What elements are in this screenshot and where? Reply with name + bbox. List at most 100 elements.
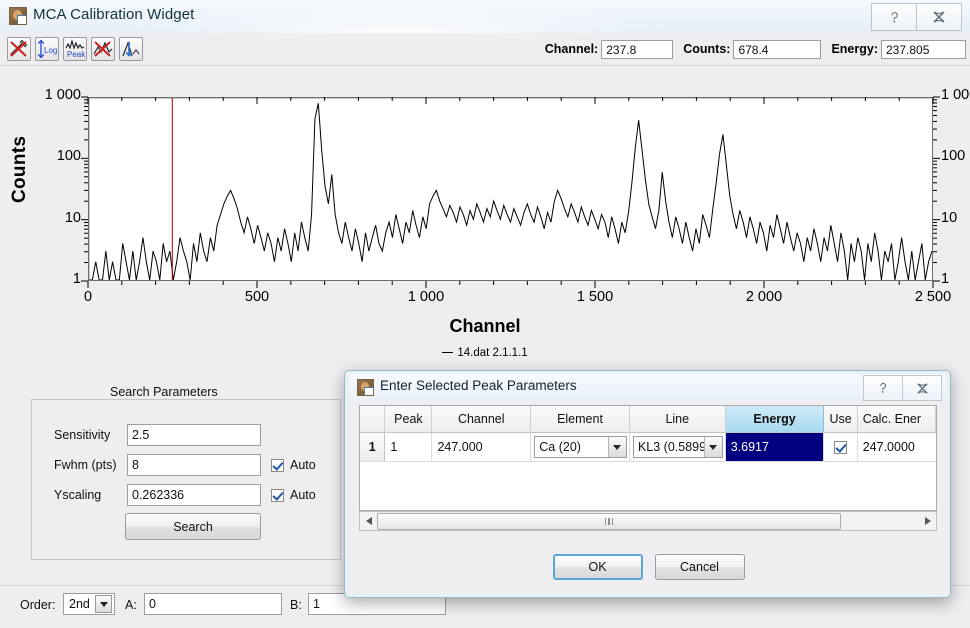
cell-element[interactable]: Ca (20) — [531, 433, 630, 461]
column-header-calc-energy[interactable]: Calc. Ener — [858, 406, 936, 432]
peak-parameters-dialog: Enter Selected Peak Parameters Peak Chan… — [344, 370, 951, 598]
clear-peaks-icon[interactable] — [7, 37, 31, 61]
column-header-element[interactable]: Element — [531, 406, 630, 432]
search-peaks-icon[interactable]: Peak — [63, 37, 87, 61]
dialog-app-icon — [357, 379, 374, 396]
fwhm-auto-checkbox[interactable] — [271, 458, 284, 472]
cell-calc-energy: 247.0000 — [862, 440, 915, 454]
x-axis-label: Channel — [449, 316, 521, 336]
fwhm-auto-label: Auto — [290, 458, 316, 472]
cell-line[interactable]: KL3 (0.5899 — [630, 433, 726, 461]
table-row[interactable]: 1 1 247.000 Ca (20) KL3 (0.5899 3.6917 2… — [360, 433, 936, 462]
order-value: 2nd — [69, 597, 90, 611]
add-peak-glyph — [122, 41, 140, 57]
search-peaks-glyph: Peak — [65, 38, 86, 59]
a-input[interactable]: 0 — [144, 593, 282, 615]
dialog-titlebar: Enter Selected Peak Parameters — [349, 374, 946, 401]
help-button[interactable] — [871, 3, 917, 31]
window-titlebar: MCA Calibration Widget — [0, 0, 970, 34]
use-checkbox[interactable] — [834, 440, 848, 454]
yscaling-auto-checkbox[interactable] — [271, 488, 284, 502]
scroll-left-icon[interactable] — [360, 512, 377, 530]
svg-text:Peak: Peak — [67, 50, 86, 59]
yscaling-input[interactable]: 0.262336 — [127, 484, 261, 506]
yscaling-row: Yscaling 0.262336 Auto — [54, 484, 316, 506]
titlebar-glow — [120, 0, 680, 33]
line-select[interactable]: KL3 (0.5899 — [632, 436, 723, 458]
chevron-down-icon — [607, 437, 626, 457]
scrollbar-track[interactable] — [377, 512, 919, 530]
search-parameters-title: Search Parameters — [104, 385, 224, 399]
row-header: 1 — [360, 433, 386, 461]
order-label: Order: — [20, 598, 56, 612]
fwhm-input[interactable]: 8 — [127, 454, 261, 476]
sensitivity-row: Sensitivity 2.5 — [54, 424, 261, 446]
help-icon — [880, 382, 887, 393]
fwhm-row: Fwhm (pts) 8 Auto — [54, 454, 316, 476]
yscaling-label: Yscaling — [54, 488, 102, 502]
column-header-energy[interactable]: Energy — [725, 406, 825, 432]
ok-button[interactable]: OK — [552, 554, 643, 580]
add-peak-icon[interactable] — [119, 37, 143, 61]
cell-energy[interactable]: 3.6917 — [725, 433, 825, 461]
search-parameters-group: Sensitivity 2.5 Fwhm (pts) 8 Auto Yscali… — [31, 399, 341, 560]
legend-label: 14.dat 2.1.1.1 — [457, 347, 528, 359]
element-value: Ca (20) — [539, 440, 581, 454]
window-title: MCA Calibration Widget — [33, 6, 195, 23]
log-scale-glyph: Log — [37, 39, 57, 59]
cell-use[interactable] — [824, 433, 858, 461]
app-icon — [9, 7, 27, 25]
fwhm-label: Fwhm (pts) — [54, 458, 117, 472]
remove-peak-icon[interactable] — [91, 37, 115, 61]
mca-calibration-window: MCA Calibration Widget Log Peak Channel:… — [0, 0, 970, 628]
sensitivity-input[interactable]: 2.5 — [127, 424, 261, 446]
column-header-use[interactable]: Use — [824, 406, 858, 432]
column-header-peak[interactable]: Peak — [385, 406, 433, 432]
close-icon — [933, 11, 945, 23]
channel-label: Channel: — [544, 42, 599, 56]
table-header-row: Peak Channel Element Line Energy Use Cal… — [360, 406, 936, 433]
line-value: KL3 (0.5899 — [637, 440, 704, 454]
help-icon — [890, 11, 898, 22]
yscaling-auto-label: Auto — [290, 488, 316, 502]
table-horizontal-scrollbar[interactable] — [359, 511, 937, 531]
order-select[interactable]: 2nd — [63, 593, 115, 615]
dialog-close-button[interactable] — [903, 375, 942, 401]
dialog-help-button[interactable] — [863, 375, 903, 401]
svg-text:Log: Log — [44, 46, 57, 55]
energy-input[interactable]: 237.805 — [881, 39, 966, 59]
column-header-line[interactable]: Line — [630, 406, 726, 432]
sensitivity-label: Sensitivity — [54, 428, 111, 442]
channel-input[interactable]: 237.8 — [601, 39, 674, 59]
legend-line-swatch — [442, 352, 454, 353]
log-scale-icon[interactable]: Log — [35, 37, 59, 61]
spectrum-plot: Counts 1101001 000 1101001 000 05001 000… — [0, 66, 970, 362]
column-header-channel[interactable]: Channel — [432, 406, 532, 432]
counts-input[interactable]: 678.4 — [733, 39, 822, 59]
plot-legend: 14.dat 2.1.1.1 — [0, 347, 970, 359]
dialog-window-controls — [863, 375, 942, 401]
dialog-action-buttons: OK Cancel — [345, 554, 952, 580]
close-button[interactable] — [917, 3, 962, 31]
counts-label: Counts: — [683, 42, 731, 56]
status-readouts: Channel: 237.8 Counts: 678.4 Energy: 237… — [535, 38, 966, 60]
scroll-right-icon[interactable] — [919, 512, 936, 530]
window-controls — [871, 3, 962, 31]
close-icon — [916, 382, 928, 394]
clear-peaks-glyph — [10, 39, 28, 57]
b-label: B: — [290, 598, 302, 612]
chevron-down-icon — [703, 437, 722, 457]
search-button[interactable]: Search — [125, 513, 261, 540]
energy-label: Energy: — [831, 42, 878, 56]
cell-peak[interactable]: 1 — [385, 433, 433, 461]
peak-parameters-table: Peak Channel Element Line Energy Use Cal… — [359, 405, 937, 511]
chevron-down-icon — [95, 595, 112, 613]
cell-channel[interactable]: 247.000 — [432, 433, 532, 461]
table-corner-header — [360, 406, 386, 432]
element-select[interactable]: Ca (20) — [534, 436, 627, 458]
scrollbar-thumb[interactable] — [377, 513, 841, 530]
a-label: A: — [125, 598, 137, 612]
main-toolbar: Log Peak Channel: 237.8 Counts: 678.4 En… — [0, 33, 970, 66]
cancel-button[interactable]: Cancel — [654, 554, 745, 580]
dialog-title: Enter Selected Peak Parameters — [380, 378, 577, 393]
